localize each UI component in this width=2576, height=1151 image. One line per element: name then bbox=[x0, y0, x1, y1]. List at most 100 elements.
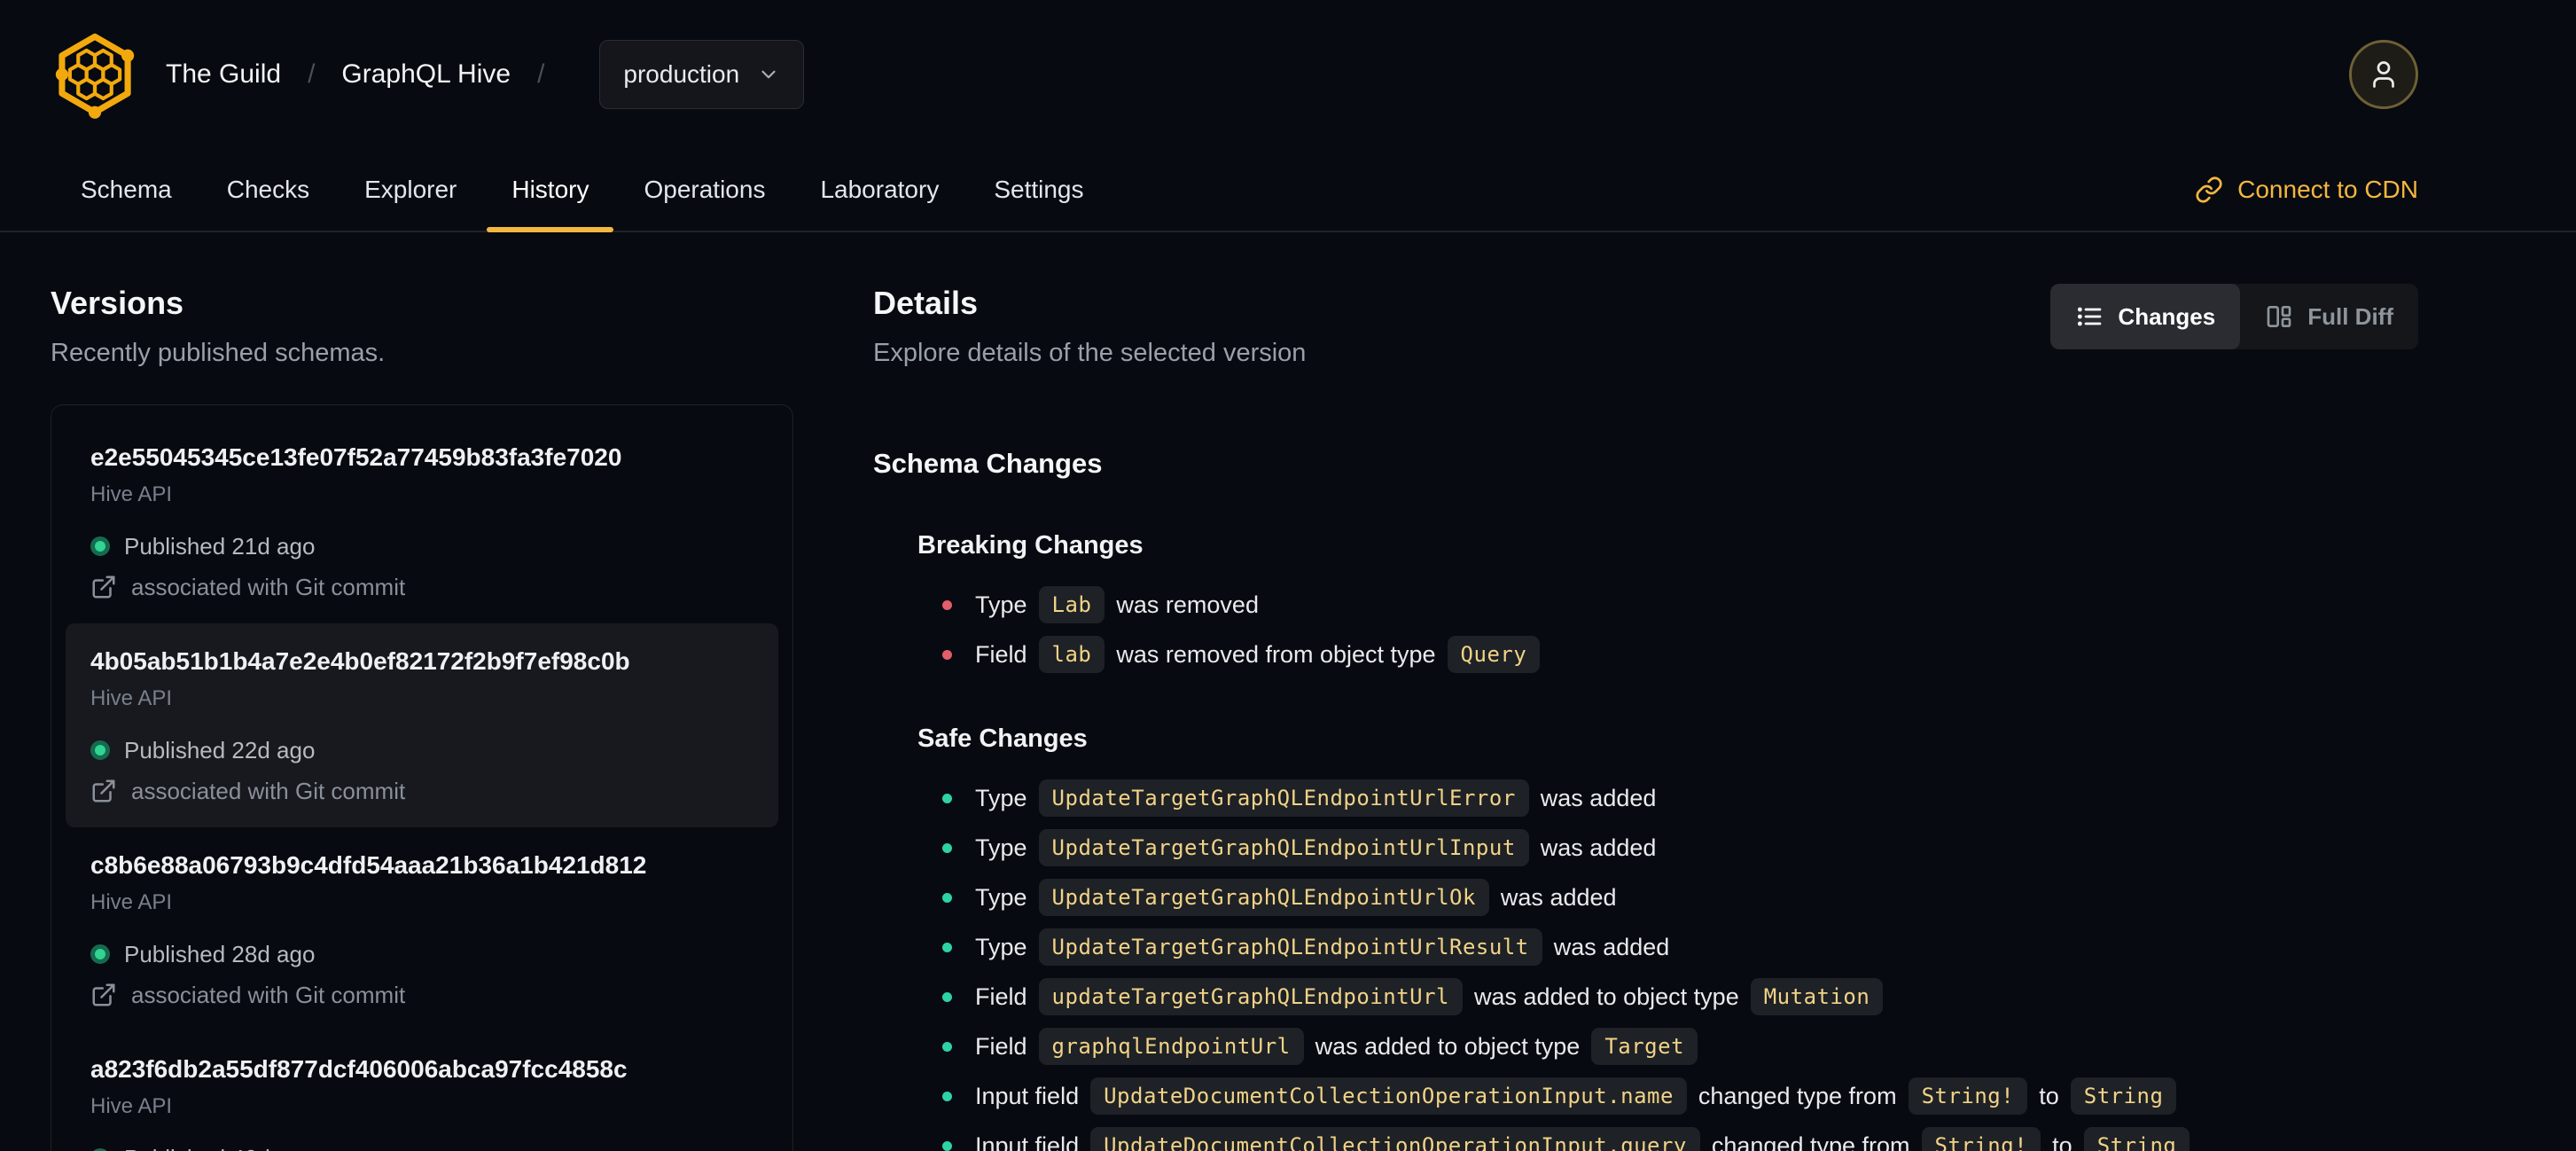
tab-schema[interactable]: Schema bbox=[56, 148, 197, 231]
version-published-row: Published 22d ago bbox=[90, 737, 753, 763]
change-text: was added to object type bbox=[1474, 983, 1739, 1010]
published-label: Published 28d ago bbox=[124, 941, 316, 967]
versions-list: e2e55045345ce13fe07f52a77459b83fa3fe7020… bbox=[51, 404, 793, 1151]
published-label: Published 22d ago bbox=[124, 737, 316, 763]
safe-change-item: Type UpdateTargetGraphQLEndpointUrlResul… bbox=[942, 928, 2418, 967]
breaking-change-item: Field lab was removed from object type Q… bbox=[942, 635, 2418, 674]
git-commit-link[interactable]: associated with Git commit bbox=[90, 574, 753, 600]
published-status-dot-icon bbox=[90, 944, 110, 964]
code-badge: lab bbox=[1038, 636, 1105, 673]
safe-bullet-icon bbox=[942, 1091, 952, 1101]
page-content: Versions Recently published schemas. e2e… bbox=[0, 232, 2576, 1151]
breadcrumb: The Guild / GraphQL Hive / bbox=[166, 59, 571, 90]
full-diff-toggle-button[interactable]: Full Diff bbox=[2240, 284, 2418, 349]
code-badge: UpdateDocumentCollectionOperationInput.n… bbox=[1090, 1077, 1687, 1115]
version-hash: a823f6db2a55df877dcf406006abca97fcc4858c bbox=[90, 1055, 628, 1083]
code-badge: Mutation bbox=[1750, 978, 1884, 1015]
safe-change-item: Input field UpdateDocumentCollectionOper… bbox=[942, 1126, 2418, 1151]
code-badge: String bbox=[2070, 1077, 2177, 1115]
versions-subtitle: Recently published schemas. bbox=[51, 339, 386, 367]
code-badge: String! bbox=[1921, 1127, 2041, 1151]
change-text: was added to object type bbox=[1315, 1032, 1581, 1060]
tab-operations[interactable]: Operations bbox=[619, 148, 790, 231]
published-label: Published 40d ago bbox=[124, 1145, 315, 1151]
code-badge: Target bbox=[1591, 1028, 1698, 1065]
chevron-down-icon bbox=[761, 70, 776, 78]
git-commit-label: associated with Git commit bbox=[131, 982, 406, 1008]
external-link-icon bbox=[92, 983, 115, 1006]
hive-logo-icon[interactable] bbox=[51, 30, 139, 119]
tab-checks[interactable]: Checks bbox=[202, 148, 334, 231]
code-badge: graphqlEndpointUrl bbox=[1038, 1028, 1304, 1065]
safe-bullet-icon bbox=[942, 942, 952, 952]
external-link-icon bbox=[92, 576, 115, 599]
changes-toggle-button[interactable]: Changes bbox=[2050, 284, 2241, 349]
change-text: changed type from bbox=[1711, 1131, 1910, 1151]
external-link-icon bbox=[92, 779, 115, 803]
change-text: Type bbox=[975, 784, 1027, 811]
tab-explorer[interactable]: Explorer bbox=[340, 148, 481, 231]
safe-changes-group: Safe Changes Type UpdateTargetGraphQLEnd… bbox=[917, 724, 2418, 1151]
main-nav: Schema Checks Explorer History Operation… bbox=[0, 148, 2576, 232]
breaking-changes-group: Breaking Changes Type Lab was removed Fi… bbox=[917, 530, 2418, 674]
change-text: Field bbox=[975, 983, 1027, 1010]
safe-bullet-icon bbox=[942, 793, 952, 803]
version-hash: 4b05ab51b1b4a7e2e4b0ef82172f2b9f7ef98c0b bbox=[90, 647, 630, 675]
nav-tabs: Schema Checks Explorer History Operation… bbox=[56, 148, 1109, 232]
app-header: The Guild / GraphQL Hive / production Sc… bbox=[0, 0, 2576, 232]
change-text: was added bbox=[1500, 883, 1617, 911]
target-selector-value: production bbox=[623, 59, 740, 88]
git-commit-link[interactable]: associated with Git commit bbox=[90, 778, 753, 804]
version-service: Hive API bbox=[90, 482, 173, 506]
change-text: was added bbox=[1553, 933, 1670, 960]
tab-settings[interactable]: Settings bbox=[969, 148, 1108, 231]
version-card[interactable]: c8b6e88a06793b9c4dfd54aaa21b36a1b421d812… bbox=[66, 827, 778, 1031]
version-service: Hive API bbox=[90, 890, 173, 914]
change-text: was added bbox=[1540, 784, 1657, 811]
version-card-selected[interactable]: 4b05ab51b1b4a7e2e4b0ef82172f2b9f7ef98c0b… bbox=[66, 623, 778, 827]
breadcrumb-separator: / bbox=[537, 59, 545, 89]
change-text: Field bbox=[975, 1032, 1027, 1060]
published-status-dot-icon bbox=[90, 740, 110, 760]
target-selector-dropdown[interactable]: production bbox=[599, 39, 805, 109]
change-text: changed type from bbox=[1698, 1082, 1897, 1109]
version-published-row: Published 28d ago bbox=[90, 941, 753, 967]
change-text: to bbox=[2039, 1082, 2059, 1109]
safe-change-item: Type UpdateTargetGraphQLEndpointUrlInput… bbox=[942, 828, 2418, 867]
safe-change-item: Field updateTargetGraphQLEndpointUrl was… bbox=[942, 977, 2418, 1016]
version-card[interactable]: e2e55045345ce13fe07f52a77459b83fa3fe7020… bbox=[66, 419, 778, 623]
change-text: Field bbox=[975, 640, 1027, 668]
published-label: Published 21d ago bbox=[124, 533, 316, 560]
git-commit-link[interactable]: associated with Git commit bbox=[90, 982, 753, 1008]
change-text: to bbox=[2052, 1131, 2073, 1151]
change-text: Type bbox=[975, 834, 1027, 861]
versions-title: Versions bbox=[51, 285, 184, 321]
user-avatar-button[interactable] bbox=[2349, 39, 2418, 109]
breaking-bullet-icon bbox=[942, 649, 952, 660]
connect-to-cdn-link[interactable]: Connect to CDN bbox=[2195, 176, 2418, 204]
change-text: Type bbox=[975, 933, 1027, 960]
version-hash: c8b6e88a06793b9c4dfd54aaa21b36a1b421d812 bbox=[90, 851, 647, 879]
git-commit-label: associated with Git commit bbox=[131, 778, 406, 804]
code-badge: UpdateDocumentCollectionOperationInput.q… bbox=[1090, 1127, 1700, 1151]
safe-change-item: Type UpdateTargetGraphQLEndpointUrlError… bbox=[942, 779, 2418, 818]
safe-bullet-icon bbox=[942, 1041, 952, 1052]
safe-change-item: Input field UpdateDocumentCollectionOper… bbox=[942, 1077, 2418, 1116]
change-text: was removed from object type bbox=[1116, 640, 1436, 668]
schema-changes-title: Schema Changes bbox=[873, 448, 1103, 479]
safe-bullet-icon bbox=[942, 1140, 952, 1151]
code-badge: UpdateTargetGraphQLEndpointUrlError bbox=[1038, 779, 1529, 817]
changes-toggle-label: Changes bbox=[2118, 302, 2216, 330]
version-card[interactable]: a823f6db2a55df877dcf406006abca97fcc4858c… bbox=[66, 1031, 778, 1151]
safe-change-item: Type UpdateTargetGraphQLEndpointUrlOk wa… bbox=[942, 878, 2418, 917]
code-badge: UpdateTargetGraphQLEndpointUrlOk bbox=[1038, 879, 1489, 916]
code-badge: Query bbox=[1447, 636, 1541, 673]
tab-history[interactable]: History bbox=[487, 148, 614, 232]
diff-columns-icon bbox=[2267, 306, 2291, 327]
tab-laboratory[interactable]: Laboratory bbox=[795, 148, 964, 231]
safe-bullet-icon bbox=[942, 991, 952, 1002]
breadcrumb-org[interactable]: The Guild bbox=[166, 59, 281, 90]
breaking-changes-title: Breaking Changes bbox=[917, 531, 1144, 560]
breadcrumb-project[interactable]: GraphQL Hive bbox=[341, 59, 511, 90]
version-hash: e2e55045345ce13fe07f52a77459b83fa3fe7020 bbox=[90, 443, 622, 471]
